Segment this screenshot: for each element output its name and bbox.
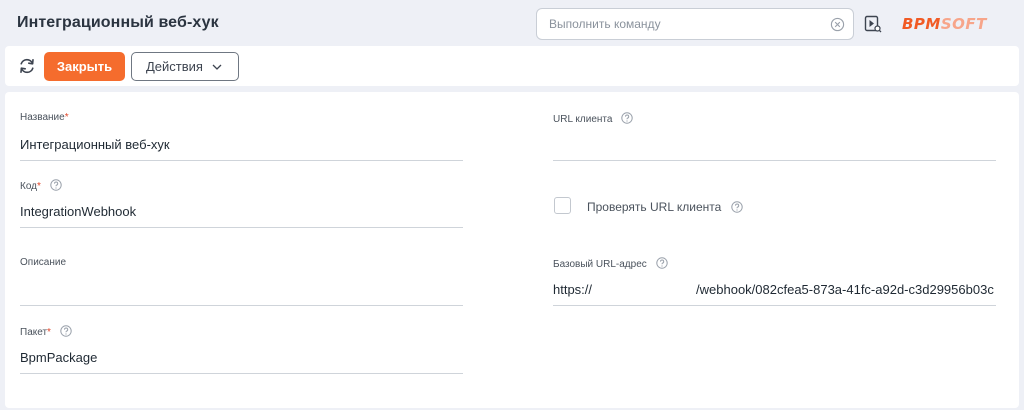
description-label: Описание: [20, 257, 67, 268]
name-input[interactable]: Интеграционный веб-хук: [20, 137, 170, 152]
help-icon[interactable]: [621, 112, 633, 124]
package-label-text: Пакет: [20, 327, 48, 338]
client-url-underline: [553, 160, 996, 161]
check-client-url-checkbox[interactable]: [554, 197, 571, 214]
name-label-text: Название: [20, 112, 65, 123]
close-button[interactable]: Закрыть: [44, 52, 125, 81]
page-title: Интеграционный веб-хук: [17, 14, 219, 31]
page-header: Интеграционный веб-хук BPMSOFT: [0, 0, 1024, 46]
base-url-prefix: https://: [553, 282, 593, 297]
toolbar: Закрыть Действия: [5, 46, 1019, 86]
required-mark: *: [37, 181, 41, 192]
command-input[interactable]: [547, 15, 827, 33]
base-url-underline: [553, 305, 996, 306]
name-label: Название*: [20, 112, 69, 123]
package-field: Пакет* BpmPackage: [20, 325, 463, 385]
base-url-field: Базовый URL-адрес https:// /webhook/082cf…: [553, 257, 996, 317]
name-field: Название* Интеграционный веб-хук: [20, 112, 463, 172]
client-url-field: URL клиента: [553, 112, 996, 172]
check-client-url-label-text: Проверять URL клиента: [587, 200, 722, 214]
logo-part-bpm: BPM: [902, 15, 941, 33]
play-search-icon[interactable]: [864, 15, 882, 33]
base-url-input[interactable]: https:// /webhook/082cfea5-873a-41fc-a92d…: [553, 282, 994, 297]
required-mark: *: [64, 112, 69, 123]
code-field: Код* IntegrationWebhook: [20, 179, 463, 239]
clear-icon[interactable]: [830, 17, 845, 32]
code-label-text: Код: [20, 181, 38, 192]
logo-part-soft: SOFT: [940, 15, 987, 33]
chevron-down-icon: [212, 64, 222, 70]
required-mark: *: [47, 327, 51, 338]
actions-button-label: Действия: [146, 59, 203, 74]
base-url-label: Базовый URL-адрес: [553, 257, 668, 270]
client-url-label: URL клиента: [553, 112, 633, 125]
code-input[interactable]: IntegrationWebhook: [20, 204, 136, 219]
package-label: Пакет*: [20, 325, 72, 338]
bpmsoft-logo: BPMSOFT: [902, 15, 987, 33]
client-url-label-text: URL клиента: [553, 114, 613, 125]
name-underline: [20, 160, 463, 161]
help-icon[interactable]: [730, 201, 743, 213]
help-icon[interactable]: [50, 179, 62, 191]
command-search-box[interactable]: [536, 8, 854, 40]
base-url-suffix: /webhook/082cfea5-873a-41fc-a92d-c3d2995…: [696, 282, 994, 297]
code-underline: [20, 227, 463, 228]
package-underline: [20, 373, 463, 374]
webhook-form: Название* Интеграционный веб-хук Код* In…: [5, 92, 1019, 408]
refresh-icon[interactable]: [18, 57, 36, 75]
help-icon[interactable]: [60, 325, 72, 337]
code-label: Код*: [20, 179, 62, 192]
base-url-label-text: Базовый URL-адрес: [553, 259, 647, 270]
actions-dropdown-button[interactable]: Действия: [131, 52, 239, 81]
description-underline: [20, 305, 463, 306]
description-field: Описание: [20, 257, 463, 317]
check-client-url-label: Проверять URL клиента: [587, 200, 743, 214]
help-icon[interactable]: [655, 257, 668, 269]
package-input[interactable]: BpmPackage: [20, 350, 97, 365]
